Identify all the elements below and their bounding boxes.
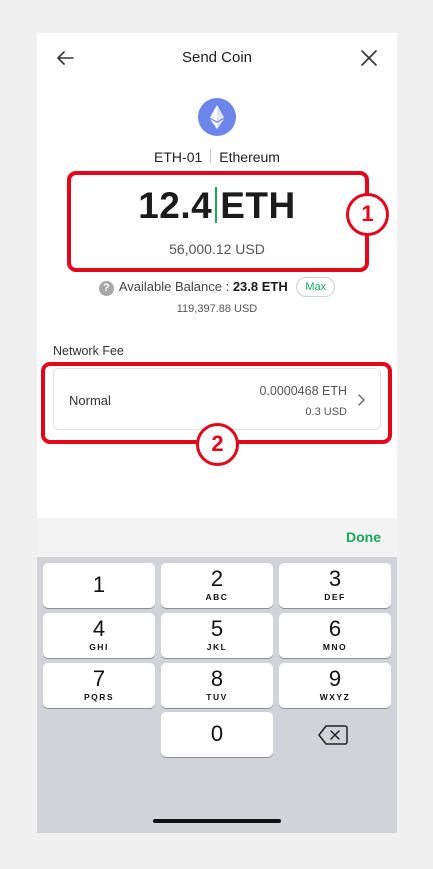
key-letters: MNO [322,642,348,652]
key-digit: 1 [92,572,106,597]
ethereum-icon [198,98,236,136]
divider [210,150,212,163]
key-5[interactable]: 5 JKL [161,613,273,658]
key-7[interactable]: 7 PQRS [43,663,155,708]
key-8[interactable]: 8 TUV [161,663,273,708]
key-digit: 5 [210,616,224,641]
key-digit: 0 [210,721,224,746]
key-6[interactable]: 6 MNO [279,613,391,658]
annotation-box-1 [67,171,369,272]
available-balance: ? Available Balance : 23.8 ETH Max [37,277,397,297]
keyboard-toolbar: Done [37,518,397,557]
balance-usd: 119,397.88 USD [176,303,258,315]
balance-value: 23.8 ETH [232,279,288,294]
key-digit: 8 [210,666,224,691]
key-letters: WXYZ [319,692,351,702]
page-title: Send Coin [181,49,253,66]
network-fee-label: Network Fee [53,344,124,358]
send-coin-screen: Send Coin ETH-01 Ethereum 12.4 ETH 56,000.… [37,33,397,833]
key-letters: PQRS [83,692,115,702]
coin-account-label: ETH-01 Ethereum [37,149,397,165]
key-digit: 9 [328,666,342,691]
max-button[interactable]: Max [296,277,336,297]
key-3[interactable]: 3 DEF [279,563,391,608]
network-name: Ethereum [219,149,280,165]
numeric-keypad: Done 1 2 ABC 3 DEF 4 GHI 5 JKL 6 MNO 7 P… [37,518,397,833]
delete-key[interactable] [279,712,391,757]
backspace-icon [318,725,348,745]
balance-label: Available Balance : [118,279,230,294]
key-digit: 6 [328,616,342,641]
key-4[interactable]: 4 GHI [43,613,155,658]
key-1[interactable]: 1 [43,563,155,608]
key-letters: ABC [205,592,229,602]
key-digit: 4 [92,616,106,641]
key-letters: GHI [89,642,109,652]
close-icon[interactable] [359,48,379,68]
key-letters: JKL [206,642,228,652]
help-icon[interactable]: ? [98,281,114,296]
key-digit: 3 [328,566,342,591]
key-0[interactable]: 0 [161,712,273,757]
done-button[interactable]: Done [346,529,381,545]
key-letters: DEF [324,592,346,602]
key-digit: 2 [210,566,224,591]
key-9[interactable]: 9 WXYZ [279,663,391,708]
home-indicator [153,819,281,823]
header: Send Coin [37,33,397,83]
key-2[interactable]: 2 ABC [161,563,273,608]
annotation-marker-1: 1 [346,193,389,236]
key-letters: TUV [206,692,228,702]
annotation-marker-2: 2 [196,423,239,466]
key-digit: 7 [92,666,106,691]
account-name: ETH-01 [154,149,203,165]
